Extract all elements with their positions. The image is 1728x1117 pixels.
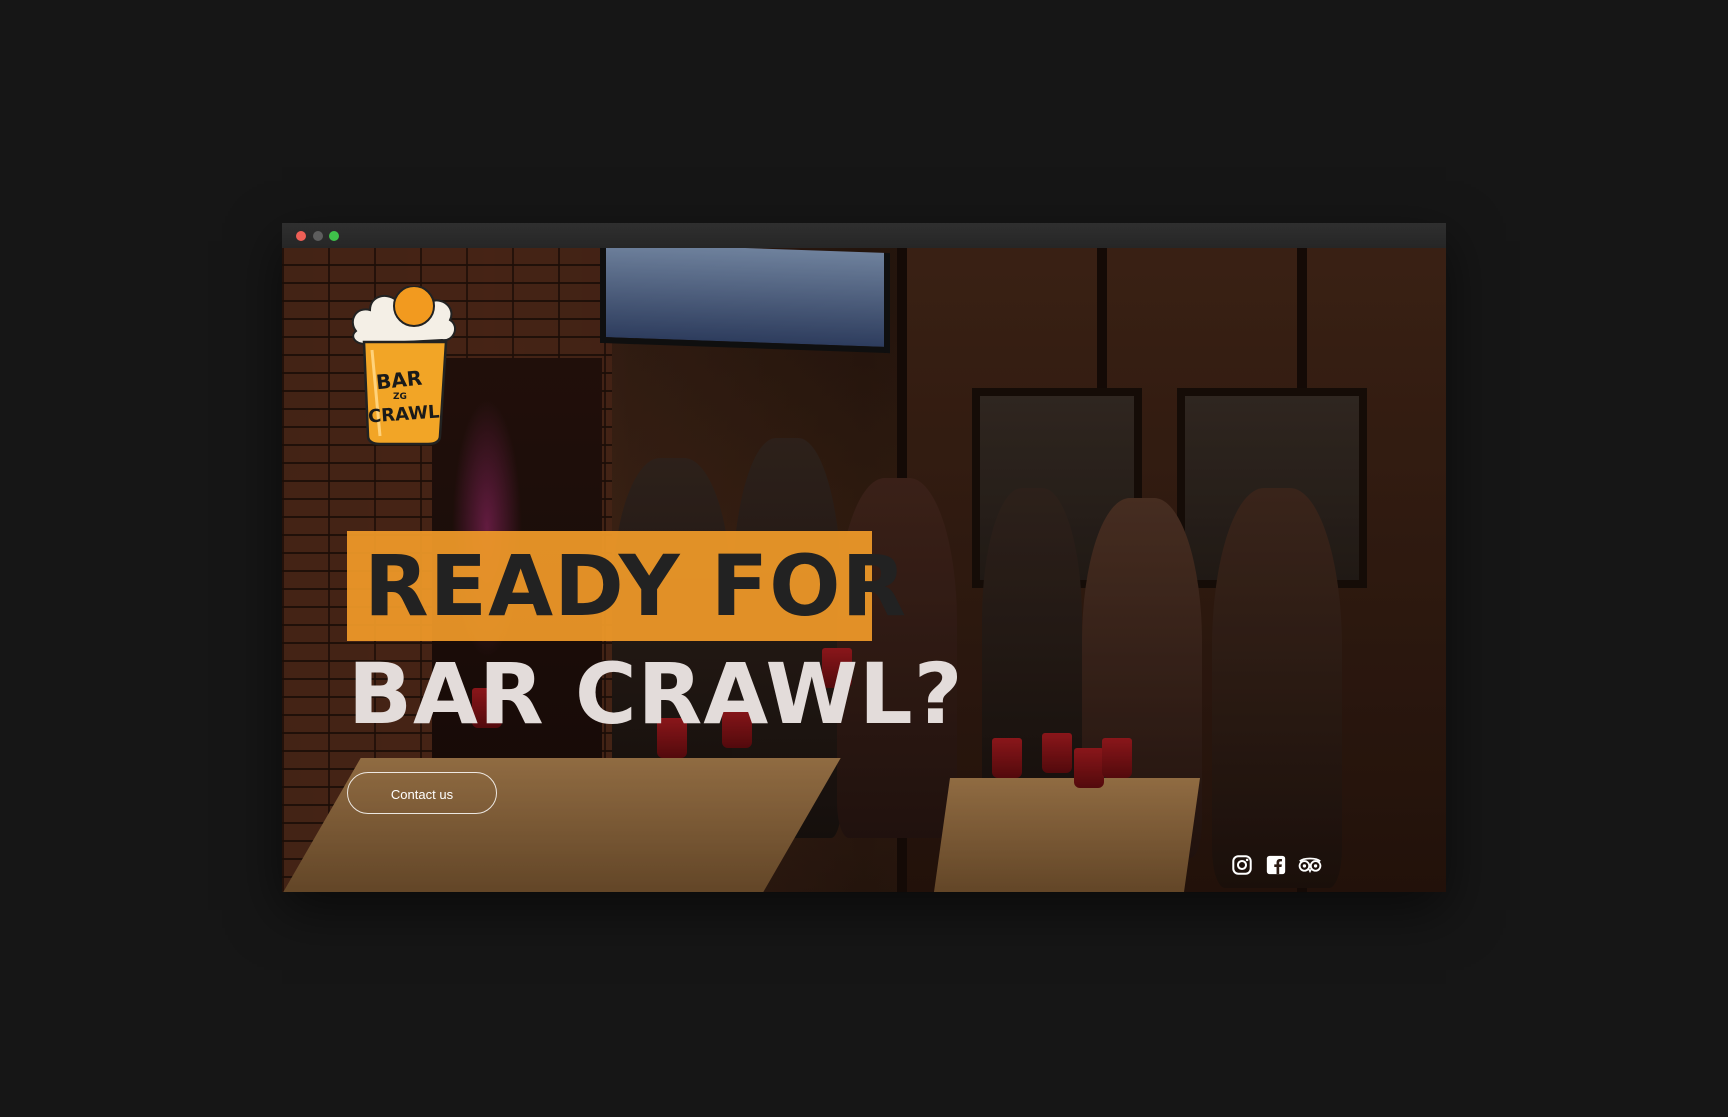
facebook-link[interactable] xyxy=(1263,852,1289,878)
instagram-link[interactable] xyxy=(1229,852,1255,878)
tripadvisor-icon xyxy=(1298,857,1322,874)
window-titlebar xyxy=(282,223,1446,248)
minimize-window-button[interactable] xyxy=(313,231,323,241)
bar-crawl-logo[interactable]: BAR ZG CRAWL xyxy=(346,285,462,446)
instagram-icon xyxy=(1232,855,1252,875)
hero-section: BAR ZG CRAWL READY FOR BAR CRAWL? Contac… xyxy=(282,248,1446,892)
maximize-window-button[interactable] xyxy=(329,231,339,241)
logo-text-zg: ZG xyxy=(393,392,407,402)
close-window-button[interactable] xyxy=(296,231,306,241)
contact-us-button[interactable]: Contact us xyxy=(347,772,497,814)
logo-text-bar: BAR xyxy=(374,365,424,395)
facebook-icon xyxy=(1266,855,1286,875)
headline-line-2: BAR CRAWL? xyxy=(348,645,964,743)
headline-line-1: READY FOR xyxy=(364,537,908,635)
tripadvisor-link[interactable] xyxy=(1297,852,1323,878)
browser-window: BAR ZG CRAWL READY FOR BAR CRAWL? Contac… xyxy=(282,223,1446,892)
